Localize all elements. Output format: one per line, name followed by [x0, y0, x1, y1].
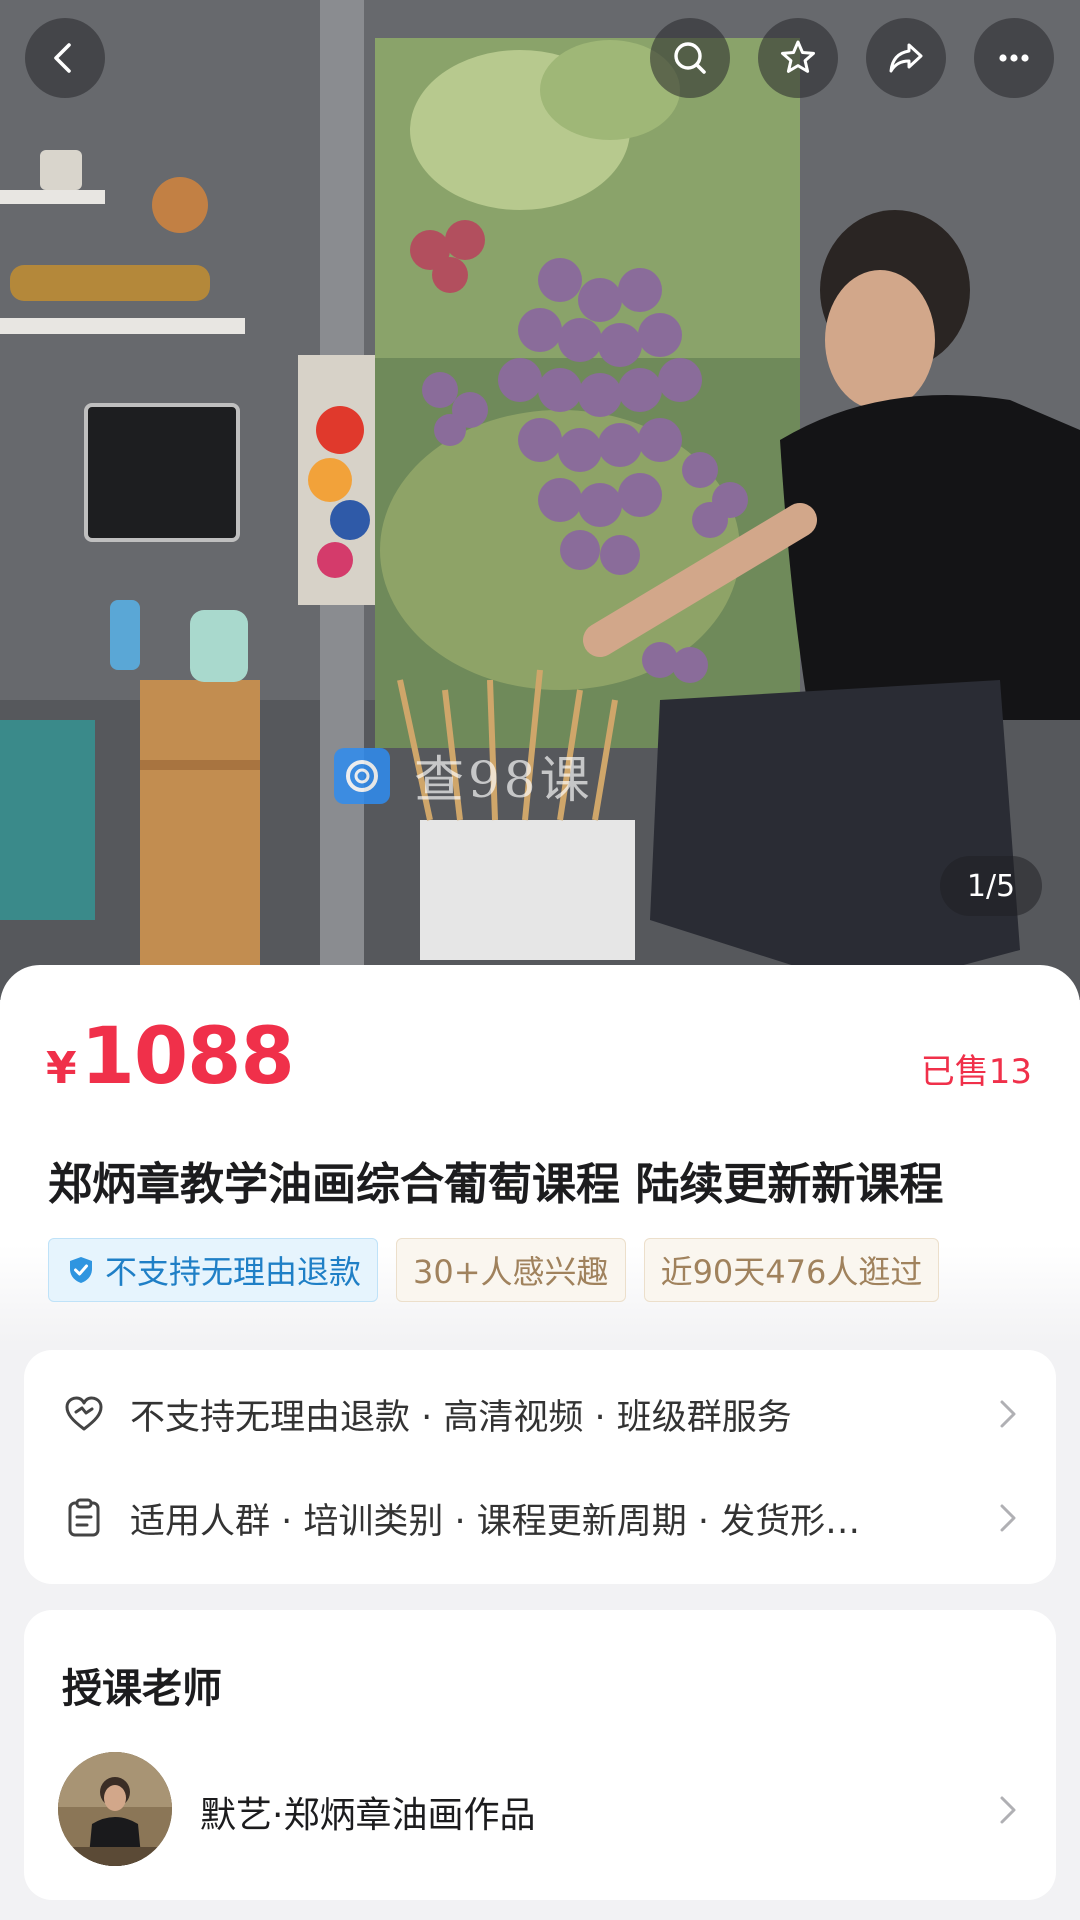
- share-icon: [889, 43, 923, 73]
- more-button[interactable]: [974, 18, 1054, 98]
- watermark-text: 查98课: [414, 751, 594, 809]
- params-row-text: 适用人群 · 培训类别 · 课程更新周期 · 发货形…: [130, 1501, 861, 1542]
- service-row[interactable]: 不支持无理由退款 · 高清视频 · 班级群服务: [24, 1374, 1056, 1454]
- tag-row: 不支持无理由退款 30+人感兴趣 近90天476人逛过: [48, 1238, 957, 1302]
- params-row[interactable]: 适用人群 · 培训类别 · 课程更新周期 · 发货形…: [24, 1478, 1056, 1558]
- search-button[interactable]: [650, 18, 730, 98]
- product-title: 郑炳章教学油画综合葡萄课程 陆续更新新课程: [48, 1159, 944, 1210]
- search-icon: [674, 42, 706, 74]
- back-button[interactable]: [25, 18, 105, 98]
- price-value: 1088: [80, 1012, 295, 1102]
- favorite-button[interactable]: [758, 18, 838, 98]
- visits-tag-label: 近90天476人逛过: [660, 1253, 923, 1291]
- interest-tag: 30+人感兴趣: [396, 1238, 626, 1302]
- avatar[interactable]: [58, 1752, 172, 1866]
- star-icon: [781, 40, 815, 73]
- visits-tag: 近90天476人逛过: [643, 1238, 940, 1302]
- back-icon: [54, 43, 71, 73]
- image-counter: 1/5: [940, 856, 1042, 916]
- shield-check-icon: [70, 1257, 92, 1283]
- service-row-text: 不支持无理由退款 · 高清视频 · 班级群服务: [130, 1397, 792, 1438]
- clipboard-icon: [68, 1498, 100, 1537]
- heart-icon: [65, 1396, 103, 1431]
- sold-count: 已售13: [920, 1052, 1032, 1092]
- price-currency: ¥: [46, 1043, 77, 1094]
- chevron-right-icon: [1000, 1400, 1016, 1428]
- interest-tag-label: 30+人感兴趣: [413, 1253, 609, 1291]
- price: ¥ 1088: [46, 1012, 295, 1102]
- chevron-right-icon[interactable]: [996, 1792, 1020, 1828]
- product-photo: [0, 0, 1080, 1000]
- more-icon: [999, 54, 1029, 62]
- refund-policy-tag-label: 不支持无理由退款: [105, 1253, 362, 1291]
- refund-policy-tag[interactable]: 不支持无理由退款: [48, 1238, 379, 1302]
- service-card: 不支持无理由退款 · 高清视频 · 班级群服务 适用人群 · 培训类别 · 课程…: [24, 1350, 1056, 1584]
- chevron-right-icon: [1000, 1504, 1016, 1532]
- watermark: 查98课: [334, 740, 594, 812]
- share-button[interactable]: [866, 18, 946, 98]
- teacher-heading: 授课老师: [62, 1666, 222, 1712]
- watermark-logo-icon: [334, 748, 390, 804]
- teacher-name[interactable]: 默艺·郑炳章油画作品: [200, 1786, 535, 1838]
- teacher-card: 授课老师 默艺·郑炳章油画作品: [24, 1610, 1056, 1900]
- product-image-gallery[interactable]: 查98课 1/5: [0, 0, 1080, 1000]
